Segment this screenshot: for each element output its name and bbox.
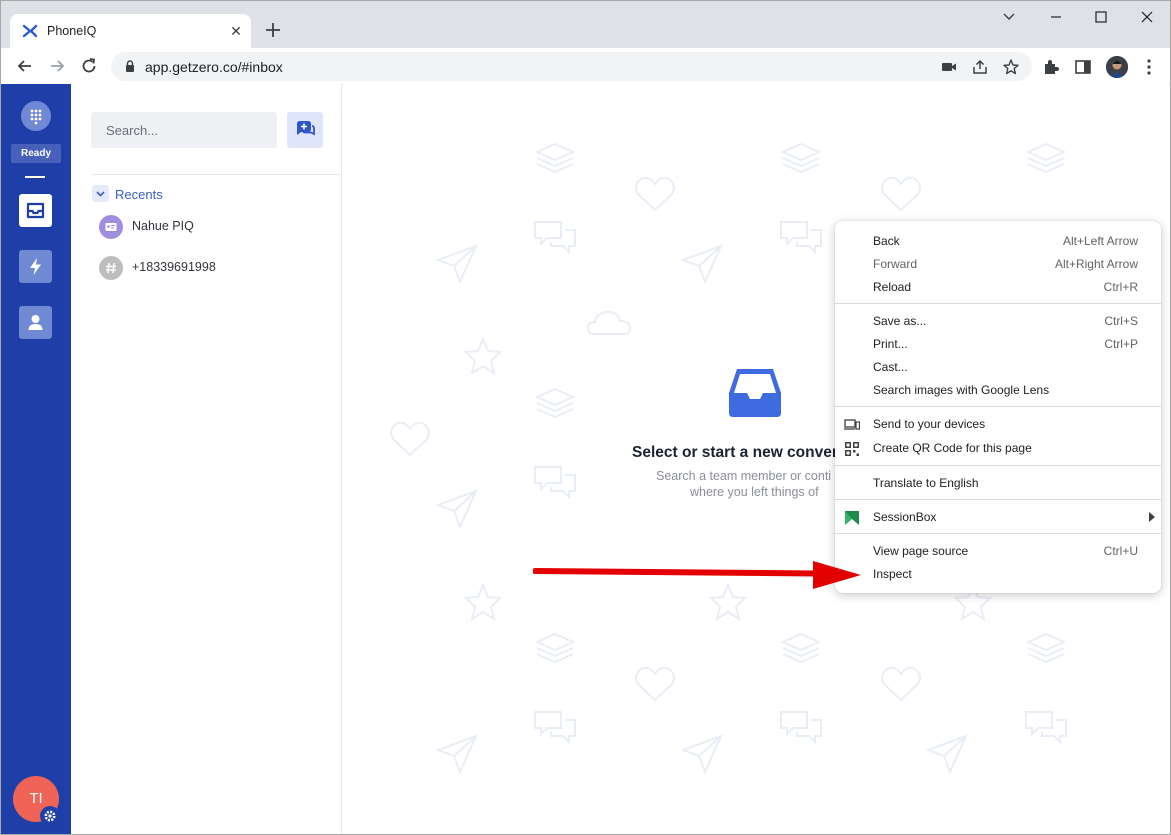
forward-arrow-icon[interactable]: [47, 56, 67, 76]
menu-separator: [835, 465, 1161, 466]
recents-label[interactable]: Recents: [115, 187, 163, 202]
annotation-arrow-icon: [533, 561, 861, 589]
menu-item-shortcut: Ctrl+S: [1104, 314, 1138, 328]
menu-separator: [835, 406, 1161, 407]
menu-item-label: Back: [873, 234, 900, 248]
nav-contacts-button[interactable]: [19, 306, 52, 339]
reload-icon[interactable]: [79, 56, 99, 76]
contact-card-icon: [99, 215, 123, 239]
conversation-panel: Recents Nahue PIQ +18339691998: [71, 84, 342, 834]
menu-item-send-to-devices[interactable]: Send to your devices: [835, 413, 1161, 436]
sessionbox-icon: [845, 511, 859, 525]
menu-item-label: Inspect: [873, 567, 912, 581]
menu-separator: [835, 303, 1161, 304]
share-icon[interactable]: [971, 58, 989, 76]
contact-name: +18339691998: [132, 260, 216, 274]
nav-rail: Ready TI: [1, 84, 71, 834]
chat-add-icon: [297, 121, 315, 136]
menu-item-cast[interactable]: Cast...: [835, 356, 1161, 379]
gear-icon: [44, 810, 56, 822]
hash-icon: [99, 256, 123, 280]
url-text[interactable]: app.getzero.co/#inbox: [145, 59, 283, 75]
menu-item-view-source[interactable]: View page source Ctrl+U: [835, 540, 1161, 563]
lock-icon[interactable]: [123, 59, 137, 73]
minimize-icon[interactable]: [1046, 9, 1066, 25]
empty-state-subtitle: Search a team member or conti: [656, 469, 832, 483]
menu-item-inspect[interactable]: Inspect: [835, 563, 1161, 586]
maximize-icon[interactable]: [1091, 9, 1111, 25]
menu-item-forward[interactable]: Forward Alt+Right Arrow: [835, 253, 1161, 276]
devices-icon: [844, 419, 860, 430]
nav-inbox-button[interactable]: [19, 194, 52, 227]
browser-tab[interactable]: PhoneIQ ✕: [10, 14, 251, 48]
recents-toggle[interactable]: [92, 185, 109, 202]
browser-toolbar: app.getzero.co/#inbox: [1, 48, 1170, 85]
menu-item-sessionbox[interactable]: SessionBox: [835, 506, 1161, 529]
menu-item-create-qr[interactable]: Create QR Code for this page: [835, 437, 1161, 460]
menu-item-label: Forward: [873, 257, 918, 271]
menu-item-label: SessionBox: [873, 510, 937, 524]
menu-item-translate[interactable]: Translate to English: [835, 472, 1161, 495]
menu-item-shortcut: Ctrl+P: [1104, 337, 1138, 351]
lightning-icon: [30, 258, 41, 275]
menu-item-shortcut: Ctrl+R: [1103, 280, 1138, 294]
tab-title: PhoneIQ: [47, 24, 97, 38]
contact-name: Nahue PIQ: [132, 219, 194, 233]
menu-item-reload[interactable]: Reload Ctrl+R: [835, 276, 1161, 299]
side-panel-icon[interactable]: [1073, 57, 1093, 77]
menu-item-label: Save as...: [873, 314, 927, 328]
menu-item-shortcut: Alt+Right Arrow: [1054, 257, 1138, 271]
qr-code-icon: [845, 442, 859, 456]
tab-close-icon[interactable]: ✕: [227, 22, 245, 40]
menu-item-save-as[interactable]: Save as... Ctrl+S: [835, 310, 1161, 333]
submenu-arrow-icon: [1149, 512, 1155, 522]
rail-divider: [25, 176, 45, 178]
camera-icon[interactable]: [940, 58, 958, 76]
menu-item-label: Cast...: [873, 360, 908, 374]
chevron-down-icon: [96, 191, 105, 197]
status-badge[interactable]: Ready: [11, 144, 61, 163]
profile-photo-icon: [1106, 56, 1128, 78]
tab-search-chevron-icon[interactable]: [999, 9, 1019, 25]
search-input[interactable]: [91, 112, 277, 148]
menu-separator: [835, 533, 1161, 534]
empty-state-title: Select or start a new conver: [632, 444, 838, 461]
empty-inbox-icon: [729, 369, 781, 417]
new-tab-icon[interactable]: [263, 20, 283, 40]
menu-item-label: Print...: [873, 337, 908, 351]
bookmark-star-icon[interactable]: [1002, 58, 1020, 76]
empty-state-subtitle: where you left things of: [690, 485, 819, 499]
context-menu: Back Alt+Left Arrow Forward Alt+Right Ar…: [835, 221, 1161, 593]
tab-strip: PhoneIQ ✕: [1, 1, 1170, 48]
new-conversation-button[interactable]: [287, 112, 323, 148]
menu-separator: [835, 499, 1161, 500]
user-icon: [28, 315, 43, 330]
inbox-icon: [26, 202, 45, 219]
menu-item-shortcut: Alt+Left Arrow: [1062, 234, 1138, 248]
close-window-icon[interactable]: [1137, 9, 1157, 25]
more-menu-icon[interactable]: [1139, 57, 1159, 77]
nav-automations-button[interactable]: [19, 250, 52, 283]
phoneiq-logo-icon: [22, 24, 38, 38]
menu-item-label: View page source: [873, 544, 969, 558]
back-arrow-icon[interactable]: [15, 56, 35, 76]
menu-item-google-lens[interactable]: Search images with Google Lens: [835, 379, 1161, 402]
address-bar[interactable]: app.getzero.co/#inbox: [111, 52, 1032, 81]
dialpad-button[interactable]: [21, 101, 51, 131]
panel-divider: [91, 174, 342, 175]
menu-item-label: Reload: [873, 280, 912, 294]
menu-item-label: Create QR Code for this page: [873, 441, 1032, 455]
profile-avatar[interactable]: [1106, 56, 1128, 78]
extensions-puzzle-icon[interactable]: [1041, 57, 1061, 77]
menu-item-label: Send to your devices: [873, 417, 986, 431]
dialpad-icon: [30, 109, 42, 125]
menu-item-back[interactable]: Back Alt+Left Arrow: [835, 230, 1161, 253]
menu-item-label: Translate to English: [873, 476, 979, 490]
settings-button[interactable]: [40, 806, 60, 826]
menu-item-shortcut: Ctrl+U: [1103, 544, 1138, 558]
menu-item-print[interactable]: Print... Ctrl+P: [835, 333, 1161, 356]
menu-item-label: Search images with Google Lens: [873, 383, 1050, 397]
